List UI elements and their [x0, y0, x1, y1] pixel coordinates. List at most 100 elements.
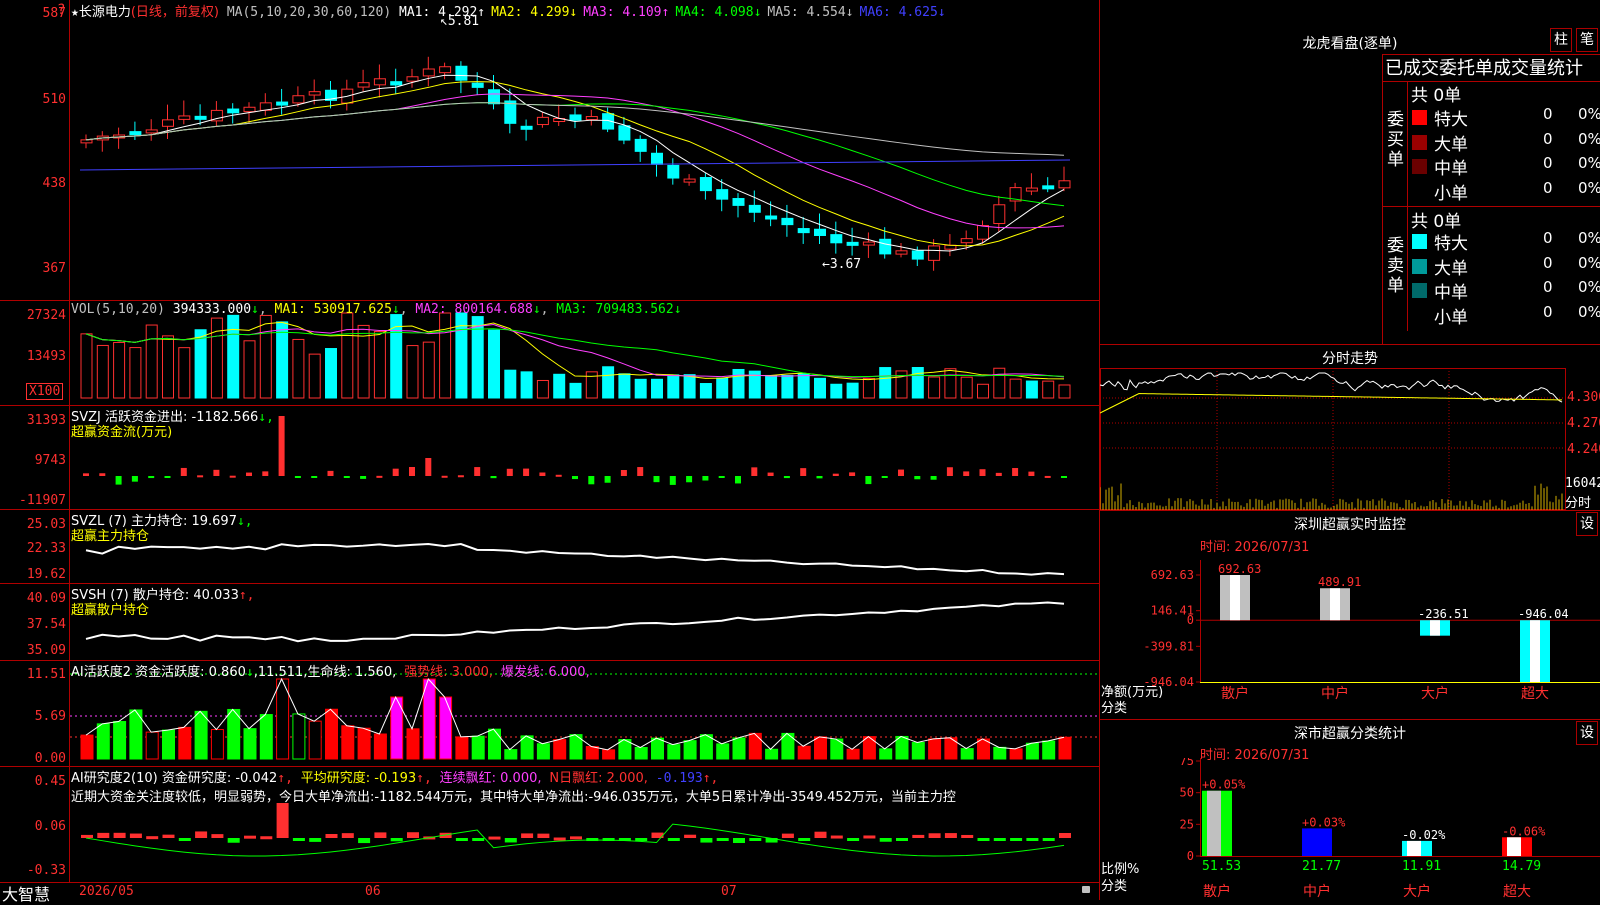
sz-class-settings-button[interactable]: 设: [1576, 721, 1598, 745]
candle-body: [846, 241, 859, 246]
fundflow-bar: [783, 476, 790, 479]
intraday-chart[interactable]: [1100, 368, 1600, 510]
candle-body: [699, 177, 712, 192]
cls-bar-highlight: [1307, 828, 1321, 856]
research-bar: [635, 838, 648, 841]
vol-value: 394333.000: [172, 302, 252, 317]
activity-bar: [96, 723, 110, 760]
activity-bar: [765, 748, 779, 760]
activity-bar: [553, 739, 567, 760]
fundflow-bar: [197, 475, 204, 478]
fundflow-bar: [718, 476, 725, 478]
volume-bar: [80, 333, 93, 399]
candle-body: [585, 116, 598, 121]
cls-change-label: +0.03%: [1302, 815, 1346, 829]
volume-bar: [1025, 380, 1038, 399]
fundflow-bar: [409, 467, 415, 476]
order-pct: 0%: [1578, 154, 1600, 172]
cls-tick-label: 50: [1180, 786, 1194, 800]
cls-change-label: -0.06%: [1502, 824, 1546, 838]
mon-value-label: -946.04: [1518, 607, 1569, 621]
research-bar: [211, 834, 224, 838]
act-tick: 5.69: [34, 709, 66, 724]
fundflow-bar: [490, 476, 497, 479]
research-bar: [781, 833, 794, 838]
ai-activity-panel: [70, 673, 1099, 760]
mon-bar-highlight: [1430, 620, 1440, 636]
research-bar: [407, 832, 419, 838]
candle-body: [276, 101, 289, 106]
fundflow-bar: [164, 476, 171, 478]
lock-icon[interactable]: [1082, 886, 1090, 893]
fundflow-bar: [930, 476, 937, 480]
candle-body: [1025, 187, 1038, 192]
volume-bar: [814, 377, 826, 399]
fundflow-bar: [620, 470, 627, 476]
activity-bar: [504, 749, 518, 760]
activity-bar: [80, 734, 94, 760]
fundflow-bar: [180, 467, 187, 476]
sz-monitor-xlabel: 分类: [1101, 701, 1128, 716]
tick-mode-button[interactable]: 笔: [1576, 28, 1598, 52]
activity-bar: [732, 737, 746, 760]
activity-bar: [488, 728, 501, 760]
volume-bar: [259, 314, 272, 399]
volume-bar: [928, 376, 941, 399]
help-icon[interactable]: ?: [57, 2, 65, 18]
volume-bar: [830, 383, 843, 399]
order-type: 大单: [1434, 258, 1468, 279]
ai-research-panel: [81, 803, 1071, 857]
main-chart-canvas[interactable]: [0, 0, 1100, 900]
activity-bar: [194, 710, 208, 760]
research-bar: [244, 835, 256, 839]
activity-bar: [308, 720, 322, 760]
volume-bar: [602, 366, 615, 399]
research-bar: [798, 838, 811, 841]
cls-bar-highlight: [1407, 840, 1421, 856]
sz-monitor-settings-button[interactable]: 设: [1576, 512, 1598, 536]
res-tick: -0.33: [26, 863, 66, 878]
svsh-tick: 35.09: [26, 643, 66, 658]
candle-body: [488, 89, 500, 105]
candle-body: [471, 82, 484, 88]
chart-mode[interactable]: (日线，前复权): [131, 5, 219, 20]
fundflow-bar: [506, 468, 513, 476]
candle-body: [797, 228, 810, 234]
research-bar: [961, 834, 974, 838]
cls-bar-highlight: [1207, 790, 1221, 856]
fundflow-bar: [425, 458, 432, 476]
ma-params[interactable]: MA(5,10,20,30,60,120): [227, 5, 391, 20]
star-icon[interactable]: ★: [71, 5, 79, 20]
order-qty: 0: [1543, 253, 1553, 272]
volume-bar: [1009, 378, 1022, 399]
low-price-mark: ←3.67: [822, 257, 862, 272]
volume-bar: [145, 324, 158, 399]
ai-research-header: AI研究度2(10) 资金研究度: -0.042↑, 平均研究度: -0.193…: [71, 771, 719, 786]
activity-bar: [259, 714, 273, 760]
bar-mode-button[interactable]: 柱: [1550, 28, 1572, 52]
fundflow-bar: [816, 476, 823, 479]
act-tick: 0.00: [34, 751, 66, 766]
activity-bar: [960, 748, 974, 760]
candle-body: [227, 108, 240, 114]
svzj-tick: 9743: [34, 453, 66, 468]
fundflow-bar: [278, 416, 285, 476]
volume-bar: [227, 314, 240, 399]
volume-bar: [634, 378, 647, 399]
order-qty: 0: [1543, 154, 1553, 172]
cls-value-label: 51.53: [1202, 859, 1241, 874]
vol-header: VOL(5,10,20) 394333.000↓, MA1: 530917.62…: [71, 302, 682, 317]
candle-body: [683, 178, 696, 183]
volume-bar: [129, 347, 142, 399]
candle-body: [308, 91, 321, 96]
res-tick: 0.45: [34, 774, 66, 789]
mon-value-label: 489.91: [1318, 575, 1361, 589]
order-type: 小单: [1434, 183, 1468, 204]
volume-bar: [292, 338, 305, 399]
research-bar: [912, 834, 925, 838]
fundflow-bar: [637, 467, 644, 476]
vol-unit-badge[interactable]: X100: [26, 383, 64, 400]
order-pct: 0%: [1578, 278, 1600, 296]
research-bar: [944, 833, 957, 838]
candle-body: [422, 68, 435, 77]
